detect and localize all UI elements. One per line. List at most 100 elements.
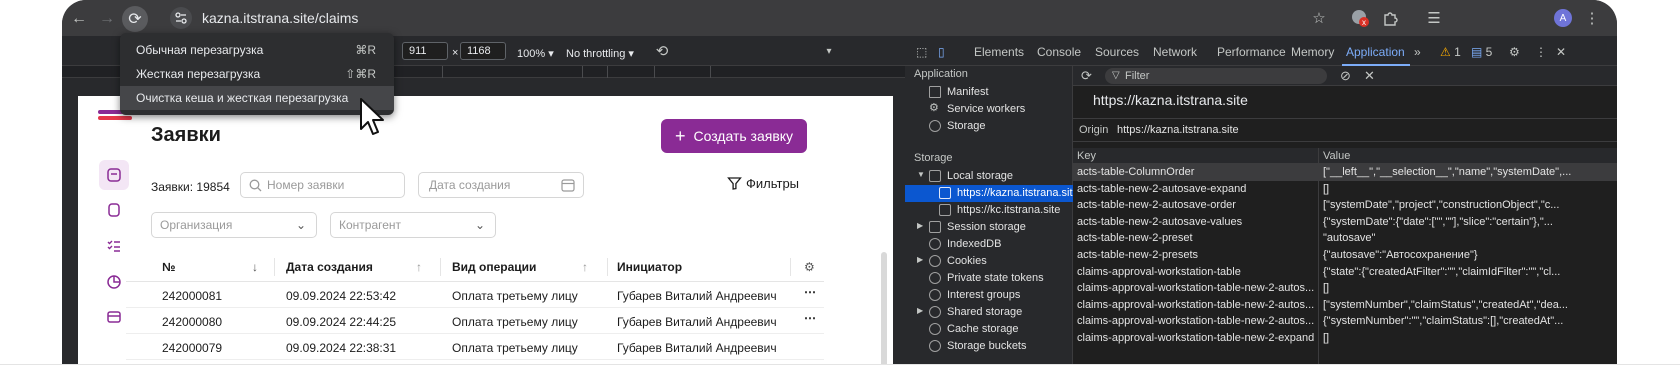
table-settings-gear-icon[interactable]: ⚙	[804, 260, 815, 274]
key-column-header[interactable]: Key	[1077, 150, 1096, 162]
tree-local-storage-kazna[interactable]: https://kazna.itstrana.site	[905, 185, 1079, 202]
column-number[interactable]: №	[162, 260, 175, 274]
sort-arrow-up-icon[interactable]: ↑	[582, 260, 588, 274]
storage-entry-row[interactable]: acts-table-new-2-presets {"autosave":"Авт…	[1073, 247, 1617, 264]
storage-entry-row[interactable]: acts-table-new-2-autosave-expand[]	[1073, 181, 1617, 198]
settings-gear-icon[interactable]: ⚙	[1509, 45, 1520, 59]
contractor-select[interactable]: Контрагент ⌄	[330, 212, 496, 238]
storage-entry-row[interactable]: acts-table-new-2-autosave-order ["systemD…	[1073, 197, 1617, 214]
tab-application[interactable]: Application	[1346, 45, 1405, 59]
create-claim-button[interactable]: + Создать заявку	[661, 119, 807, 153]
storage-entry-row[interactable]: claims-approval-workstation-table-new-2-…	[1073, 280, 1617, 297]
viewport-height-input[interactable]: 1168	[460, 42, 506, 60]
sidebar-claims-icon[interactable]	[99, 160, 129, 190]
tree-indexeddb[interactable]: IndexedDB	[905, 236, 1073, 253]
calendar-icon[interactable]	[561, 178, 575, 192]
reload-button[interactable]: ⟳	[122, 6, 148, 32]
throttling-select[interactable]: No throttling ▾	[566, 47, 634, 60]
storage-table-header: Key Value	[1073, 148, 1617, 164]
storage-entry-row[interactable]: acts-table-new-2-autosave-values {"system…	[1073, 214, 1617, 231]
tab-memory[interactable]: Memory	[1291, 45, 1334, 59]
more-tabs-icon[interactable]: »	[1414, 45, 1421, 59]
value-column-header[interactable]: Value	[1323, 150, 1350, 162]
filter-funnel-icon: ▽	[1112, 70, 1120, 81]
close-devtools-icon[interactable]: ✕	[1556, 45, 1566, 59]
search-icon	[249, 179, 262, 191]
mouse-cursor-icon	[360, 98, 384, 135]
tab-network[interactable]: Network	[1153, 45, 1197, 59]
devtools-menu-icon[interactable]: ⋮	[1535, 45, 1547, 59]
storage-entry-row[interactable]: claims-approval-workstation-table-new-2-…	[1073, 297, 1617, 314]
viewport-width-input[interactable]: 911	[402, 42, 448, 60]
tree-service-workers[interactable]: ⚙ Service workers	[905, 101, 1073, 118]
storage-entry-row[interactable]: acts-table-new-2-preset "autosave"	[1073, 230, 1617, 247]
address-bar[interactable]: kazna.itstrana.site/claims	[166, 4, 1491, 32]
device-toggle-icon[interactable]: ▯	[938, 45, 945, 59]
back-button[interactable]: ←	[66, 6, 92, 32]
tree-private-state-tokens[interactable]: Private state tokens	[905, 270, 1073, 287]
storage-entry-row[interactable]: claims-approval-workstation-table {"state…	[1073, 264, 1617, 281]
tab-performance[interactable]: Performance	[1217, 45, 1286, 59]
tree-shared-storage[interactable]: ▶ Shared storage	[905, 304, 1073, 321]
extension-badge-icon[interactable]: x	[1350, 8, 1370, 28]
browser-window: ← → ⟳ kazna.itstrana.site/claims ☆ x ☰ A…	[62, 0, 1617, 368]
table-row[interactable]: 242000080 09.09.2024 22:44:25 Оплата тре…	[126, 308, 824, 334]
table-row[interactable]: 242000079 09.09.2024 22:38:31 Оплата тре…	[126, 334, 824, 360]
tree-storage[interactable]: Storage	[905, 118, 1073, 135]
tab-console[interactable]: Console	[1037, 45, 1081, 59]
device-options-chevron-icon[interactable]: ▾	[819, 41, 839, 61]
refresh-icon[interactable]: ⟳	[1081, 68, 1092, 84]
column-initiator[interactable]: Инициатор	[617, 260, 682, 274]
tree-storage-buckets[interactable]: Storage buckets	[905, 338, 1073, 355]
column-operation-type[interactable]: Вид операции	[452, 260, 536, 274]
tree-cookies[interactable]: ▶ Cookies	[905, 253, 1073, 270]
storage-entry-row[interactable]: acts-table-ColumnOrder ["__left__","__sel…	[1073, 164, 1617, 181]
tree-manifest[interactable]: Manifest	[905, 84, 1073, 101]
extensions-puzzle-icon[interactable]	[1380, 8, 1400, 28]
empty-cache-hard-reload-item[interactable]: Очистка кеша и жесткая перезагрузка	[120, 86, 394, 110]
tree-interest-groups[interactable]: Interest groups	[905, 287, 1073, 304]
messages-icon[interactable]: ▤ 5	[1471, 45, 1492, 59]
sidebar-checklist-icon[interactable]	[102, 234, 126, 258]
tab-elements[interactable]: Elements	[974, 45, 1024, 59]
sort-arrow-up-icon[interactable]: ↑	[416, 260, 422, 274]
claim-number-search-input[interactable]: Номер заявки	[240, 172, 405, 198]
browser-menu-icon[interactable]: ⋮	[1582, 8, 1602, 28]
tree-session-storage[interactable]: ▶ Session storage	[905, 219, 1073, 236]
tree-local-storage[interactable]: ▼ Local storage	[905, 168, 1073, 185]
normal-reload-item[interactable]: Обычная перезагрузка ⌘R	[120, 38, 394, 62]
tree-cache-storage[interactable]: Cache storage	[905, 321, 1073, 338]
tree-local-storage-kc[interactable]: https://kc.itstrana.site	[905, 202, 1073, 219]
sidebar-analytics-icon[interactable]	[102, 270, 126, 294]
site-settings-icon[interactable]	[170, 7, 192, 29]
table-scrollbar[interactable]	[881, 252, 887, 368]
bookmark-star-icon[interactable]: ☆	[1309, 8, 1329, 28]
table-row[interactable]: 242000081 09.09.2024 22:53:42 Оплата тре…	[126, 282, 824, 308]
sidebar-box-icon[interactable]	[102, 304, 126, 328]
rotate-icon[interactable]: ⟲	[652, 41, 672, 61]
warning-icon[interactable]: ⚠ 1	[1440, 45, 1461, 59]
forward-button[interactable]: →	[94, 6, 120, 32]
row-actions-icon[interactable]: ⋯	[804, 311, 816, 325]
filter-funnel-icon	[727, 177, 742, 190]
storage-filterbar: ⟳ ▽ Filter ⊘ ✕	[1073, 66, 1617, 86]
dimension-times: ×	[452, 47, 459, 59]
sort-arrow-down-icon[interactable]: ↓	[252, 260, 258, 274]
storage-entry-row[interactable]: claims-approval-workstation-table-new-2-…	[1073, 330, 1617, 347]
filters-button[interactable]: Фильтры	[727, 176, 799, 191]
tab-sources[interactable]: Sources	[1095, 45, 1139, 59]
clear-all-icon[interactable]: ⊘	[1340, 68, 1351, 84]
reading-list-icon[interactable]: ☰	[1424, 8, 1444, 28]
storage-entry-row[interactable]: claims-approval-workstation-table-new-2-…	[1073, 313, 1617, 330]
delete-selected-icon[interactable]: ✕	[1364, 68, 1375, 84]
hard-reload-item[interactable]: Жесткая перезагрузка ⇧⌘R	[120, 62, 394, 86]
row-actions-icon[interactable]: ⋯	[804, 285, 816, 299]
column-creation-date[interactable]: Дата создания	[286, 260, 373, 274]
zoom-select[interactable]: 100% ▾	[517, 47, 554, 60]
filter-input[interactable]: ▽ Filter	[1105, 68, 1327, 84]
sidebar-payments-icon[interactable]	[102, 198, 126, 222]
inspect-element-icon[interactable]: ⬚	[916, 45, 927, 59]
organization-select[interactable]: Организация ⌄	[151, 212, 317, 238]
profile-avatar[interactable]: A	[1554, 9, 1572, 27]
creation-date-input[interactable]: Дата создания	[418, 172, 584, 198]
